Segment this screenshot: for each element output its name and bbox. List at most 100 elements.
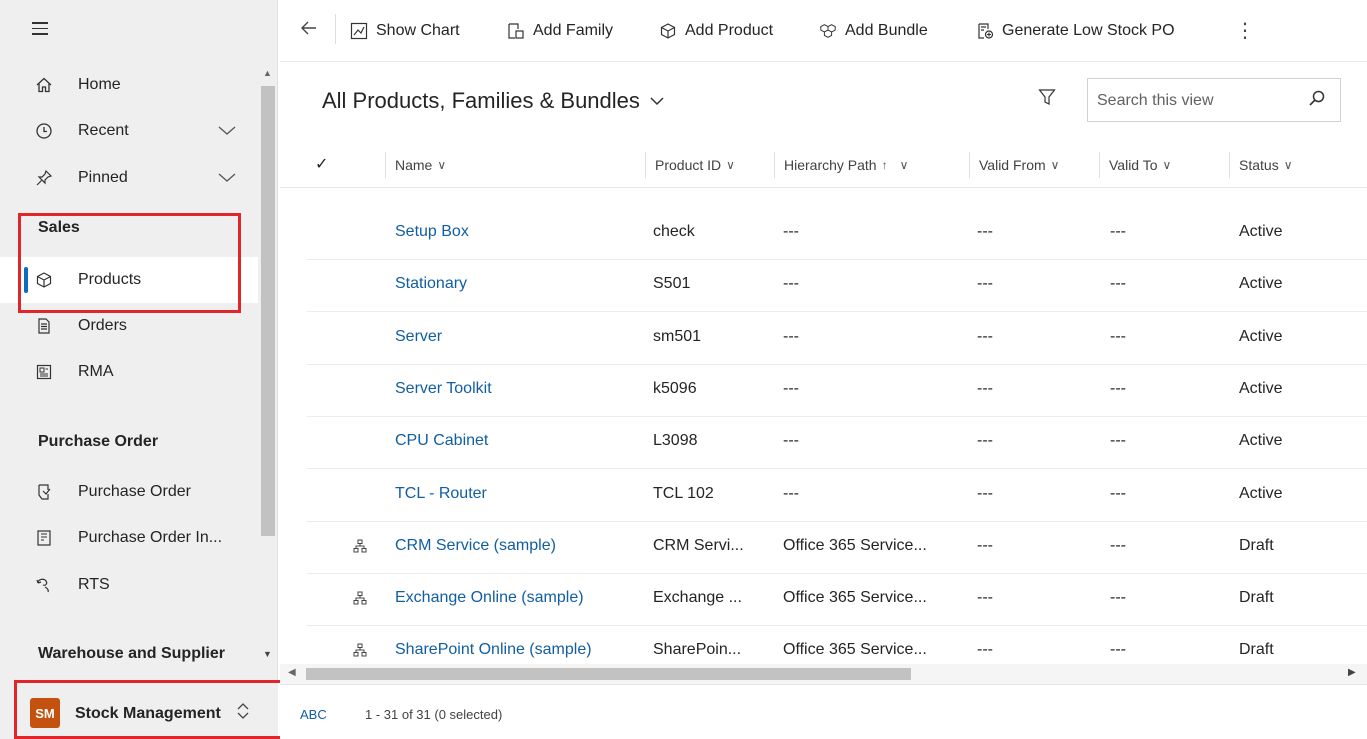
chevron-down-icon[interactable] <box>218 126 236 136</box>
row-name-link[interactable]: Server Toolkit <box>395 380 492 398</box>
hierarchy-icon[interactable] <box>353 643 367 660</box>
cell-valid-from: --- <box>977 275 993 293</box>
view-title: All Products, Families & Bundles <box>322 88 640 113</box>
scroll-right-arrow-icon[interactable]: ▶ <box>1348 667 1356 678</box>
table-row[interactable]: Stationary S501 --- --- --- Active <box>307 260 1367 313</box>
cell-valid-to: --- <box>1110 641 1126 659</box>
sidebar-item-rma[interactable]: RMA <box>0 349 258 395</box>
cell-valid-to: --- <box>1110 484 1126 502</box>
cell-product-id: S501 <box>653 275 691 293</box>
more-commands-icon[interactable]: ⋮ <box>1235 18 1255 43</box>
cell-hierarchy: --- <box>783 432 799 450</box>
column-header-name[interactable]: Name ∨ <box>384 152 447 178</box>
return-icon <box>34 575 54 595</box>
sidebar-item-label: RTS <box>78 576 110 593</box>
search-icon[interactable] <box>1308 89 1326 107</box>
sidebar-item-pinned[interactable]: Pinned <box>0 155 258 201</box>
table-row[interactable]: SharePoint Online (sample) SharePoin... Of… <box>307 626 1367 664</box>
invoice-icon <box>34 528 54 548</box>
table-row[interactable]: Server sm501 --- --- --- Active <box>307 313 1367 365</box>
cell-valid-to: --- <box>1110 379 1126 397</box>
filter-icon[interactable] <box>1038 88 1056 106</box>
row-name-link[interactable]: Server <box>395 328 442 346</box>
jump-bar-toggle[interactable]: ABC <box>300 707 327 722</box>
cell-valid-from: --- <box>977 589 993 607</box>
back-arrow-icon[interactable] <box>300 20 318 36</box>
sidebar-item-rts[interactable]: RTS <box>0 562 258 608</box>
search-input[interactable] <box>1097 90 1297 112</box>
scroll-up-arrow-icon[interactable]: ▲ <box>263 68 272 78</box>
sidebar-item-recent[interactable]: Recent <box>0 108 258 154</box>
sidebar-item-products[interactable]: Products <box>0 257 258 303</box>
cube-icon <box>34 270 54 290</box>
add-product-label: Add Product <box>685 22 774 39</box>
column-header-status[interactable]: Status ∨ <box>1229 152 1293 178</box>
table-row[interactable]: Setup Box check --- --- --- Active <box>307 208 1367 260</box>
sidebar-item-orders[interactable]: Orders <box>0 303 258 349</box>
cell-hierarchy: --- <box>783 275 799 293</box>
hierarchy-icon[interactable] <box>353 591 367 608</box>
chevron-up-down-icon <box>236 702 250 720</box>
grid-footer: ABC 1 - 31 of 31 (0 selected) <box>280 684 1367 739</box>
row-name-link[interactable]: Exchange Online (sample) <box>395 589 584 607</box>
chevron-down-icon: ∨ <box>1283 158 1293 172</box>
row-name-link[interactable]: CRM Service (sample) <box>395 537 556 555</box>
active-indicator <box>24 267 28 293</box>
cell-hierarchy: --- <box>783 327 799 345</box>
table-row[interactable]: TCL - Router TCL 102 --- --- --- Active <box>307 470 1367 522</box>
table-row[interactable]: Exchange Online (sample) Exchange ... Offi… <box>307 574 1367 627</box>
add-bundle-button[interactable]: Add Bundle <box>819 22 928 40</box>
column-label: Valid From <box>979 157 1046 173</box>
hierarchy-icon[interactable] <box>353 539 367 556</box>
chevron-down-icon: ∨ <box>437 158 447 172</box>
chevron-down-icon[interactable] <box>218 173 236 183</box>
hamburger-menu-icon[interactable] <box>32 22 54 42</box>
view-selector[interactable]: All Products, Families & Bundles <box>322 88 664 114</box>
column-header-hierarchy-path[interactable]: Hierarchy Path ↑ ∨ <box>773 152 908 178</box>
area-switcher[interactable]: SM Stock Management <box>0 683 278 739</box>
pin-icon <box>34 168 54 188</box>
row-name-link[interactable]: CPU Cabinet <box>395 432 488 450</box>
area-badge: SM <box>30 698 60 728</box>
cell-status: Active <box>1239 379 1283 397</box>
scroll-down-arrow-icon[interactable]: ▼ <box>263 649 272 659</box>
cell-status: Draft <box>1239 641 1274 659</box>
group-heading-purchase-order: Purchase Order <box>38 433 159 450</box>
scrollbar-thumb[interactable] <box>306 668 911 680</box>
sidebar-item-purchase-order-invoice[interactable]: Purchase Order In... <box>0 515 258 561</box>
column-header-product-id[interactable]: Product ID ∨ <box>645 152 735 178</box>
show-chart-button[interactable]: Show Chart <box>350 22 460 40</box>
cart-icon <box>34 482 54 502</box>
sidebar-item-purchase-order[interactable]: Purchase Order <box>0 469 258 515</box>
sidebar-item-label: RMA <box>78 363 114 380</box>
add-family-button[interactable]: Add Family <box>507 22 613 40</box>
row-name-link[interactable]: SharePoint Online (sample) <box>395 641 592 659</box>
chevron-down-icon <box>650 96 664 106</box>
column-header-valid-from[interactable]: Valid From ∨ <box>968 152 1059 178</box>
grid-horizontal-scrollbar[interactable]: ◀ ▶ <box>280 664 1367 684</box>
cell-valid-to: --- <box>1110 275 1126 293</box>
sidebar-scrollbar[interactable]: ▲ ▼ <box>258 66 278 678</box>
table-row[interactable]: Server Toolkit k5096 --- --- --- Active <box>307 365 1367 417</box>
select-all-checkmark-icon[interactable]: ✓ <box>315 154 328 174</box>
group-heading-sales: Sales <box>38 219 80 236</box>
cell-status: Active <box>1239 327 1283 345</box>
row-name-link[interactable]: Stationary <box>395 275 467 293</box>
table-row[interactable]: CPU Cabinet L3098 --- --- --- Active <box>307 417 1367 470</box>
cell-valid-from: --- <box>977 223 993 240</box>
scrollbar-thumb[interactable] <box>261 86 275 536</box>
table-row[interactable]: CRM Service (sample) CRM Servi... Office 3… <box>307 522 1367 574</box>
sidebar-item-home[interactable]: Home <box>0 62 258 108</box>
cell-hierarchy: --- <box>783 484 799 502</box>
add-bundle-label: Add Bundle <box>845 22 928 39</box>
column-label: Hierarchy Path <box>784 157 877 173</box>
row-name-link[interactable]: TCL - Router <box>395 485 487 503</box>
add-product-button[interactable]: Add Product <box>659 22 773 40</box>
generate-low-stock-po-button[interactable]: Generate Low Stock PO <box>976 22 1175 40</box>
scroll-left-arrow-icon[interactable]: ◀ <box>288 667 296 678</box>
sidebar-item-label: Orders <box>78 317 127 334</box>
cell-product-id: TCL 102 <box>653 484 714 502</box>
row-name-link[interactable]: Setup Box <box>395 223 469 241</box>
search-field[interactable] <box>1087 78 1341 122</box>
column-header-valid-to[interactable]: Valid To ∨ <box>1098 152 1171 178</box>
